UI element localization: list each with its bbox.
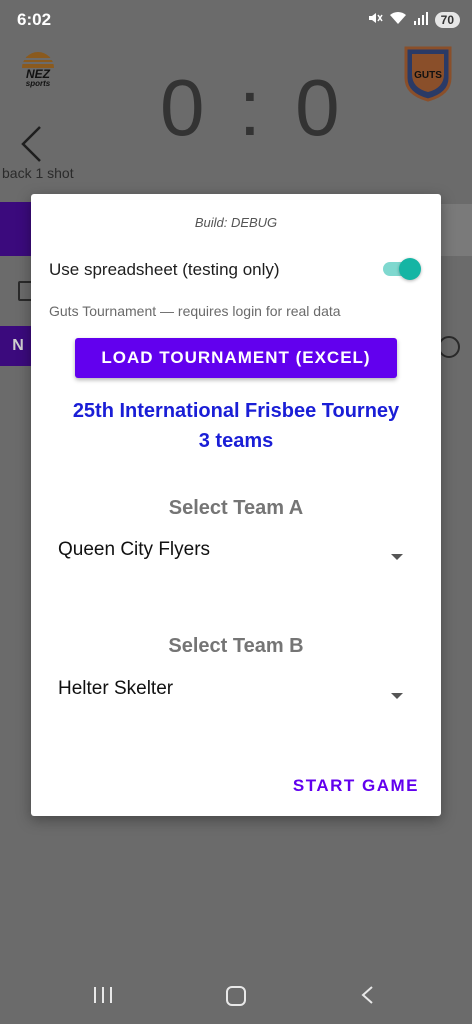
app-screen: 6:02 70 NEZ sports GUTS 0 : 0 back 1 sho… [0,0,472,1024]
build-label: Build: DEBUG [194,215,278,230]
select-team-a-heading: Select Team A [168,497,304,519]
background-radio [438,336,460,358]
home-icon[interactable] [226,986,246,1006]
svg-text:GUTS: GUTS [414,70,442,81]
battery-indicator: 70 [434,11,460,28]
team-a-value: Queen City Flyers [58,539,211,560]
back-arrow-icon [18,124,44,164]
spreadsheet-toggle-switch[interactable] [383,258,421,280]
start-game-button[interactable]: START GAME [293,776,419,796]
nez-sports-logo: NEZ sports [8,52,68,88]
mute-icon [367,10,383,29]
spreadsheet-toggle-label: Use spreadsheet (testing only) [49,260,280,279]
tournament-setup-dialog: Build: DEBUG Use spreadsheet (testing on… [31,194,441,816]
team-b-dropdown[interactable]: Helter Skelter [49,678,419,718]
load-tournament-button[interactable]: LOAD TOURNAMENT (EXCEL) [75,338,397,378]
status-icons: 70 [367,10,460,29]
team-b-value: Helter Skelter [58,678,174,699]
svg-text:sports: sports [26,79,51,88]
recent-apps-icon[interactable] [93,986,113,1004]
wifi-icon [389,11,407,28]
team-a-dropdown[interactable]: Queen City Flyers [49,539,419,579]
select-team-b-heading: Select Team B [168,635,304,657]
dropdown-arrow-icon [391,693,403,699]
signal-icon [413,11,429,28]
status-time: 6:02 [17,10,52,29]
back-shot-label: back 1 shot [2,165,74,181]
tournament-note: Guts Tournament — requires login for rea… [49,303,341,319]
switch-thumb [399,258,421,280]
nav-back-icon[interactable] [360,985,374,1005]
dropdown-arrow-icon [391,554,403,560]
scoreboard: 0 : 0 [160,63,346,152]
tournament-name: 25th International Frisbee Tourney [72,400,400,422]
guts-players-association-logo: GUTS [402,44,454,102]
team-count: 3 teams [198,430,274,452]
system-nav-bar [0,970,472,1020]
